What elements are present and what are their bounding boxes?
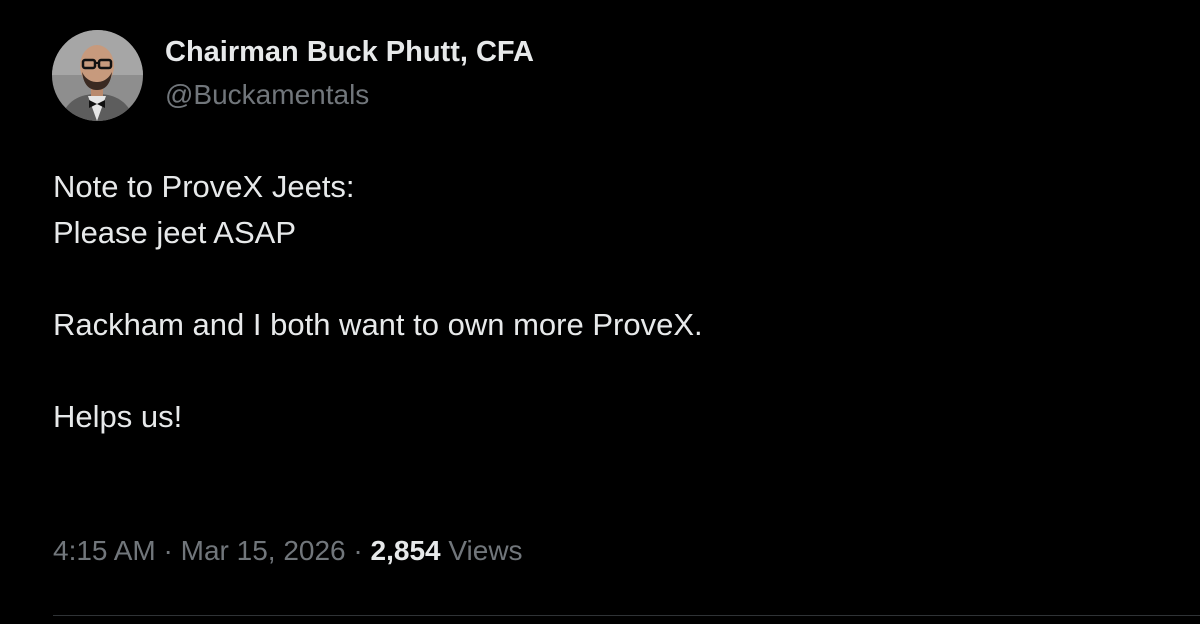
meta-separator: · [345,535,371,566]
author-avatar[interactable] [52,30,143,121]
avatar-photo-icon [52,30,143,121]
tweet-time: 4:15 AM [53,535,156,566]
views-count: 2,854 [370,535,441,566]
tweet-text-line [53,256,1153,302]
tweet-text-line: Please jeet ASAP [53,215,296,250]
tweet-detail: Chairman Buck Phutt, CFA @Buckamentals N… [0,0,1200,624]
tweet-date: Mar 15, 2026 [180,535,346,566]
author-display-name[interactable]: Chairman Buck Phutt, CFA [165,34,534,70]
tweet-timestamp[interactable]: 4:15 AM · Mar 15, 2026 [53,535,346,566]
author-handle[interactable]: @Buckamentals [165,77,534,113]
tweet-text-line [53,348,1153,394]
divider [53,615,1200,616]
tweet-text: Note to ProveX Jeets: Please jeet ASAP R… [53,164,1153,440]
meta-separator: · [155,535,181,566]
tweet-text-line: Rackham and I both want to own more Prov… [53,307,703,342]
author-info: Chairman Buck Phutt, CFA @Buckamentals [165,34,534,113]
views-label: Views [448,535,523,566]
tweet-text-line: Helps us! [53,399,183,434]
tweet-metadata: 4:15 AM · Mar 15, 2026 · 2,854 Views [53,533,523,569]
tweet-text-line: Note to ProveX Jeets: [53,169,355,204]
